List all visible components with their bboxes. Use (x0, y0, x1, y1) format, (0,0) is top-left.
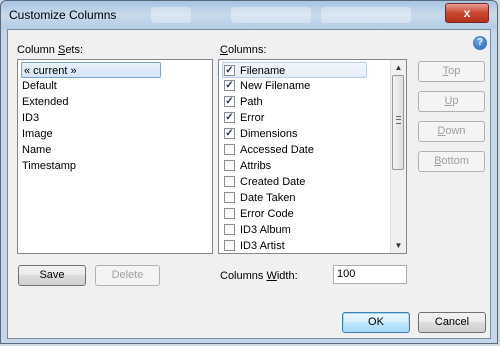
column-set-item[interactable]: Extended (22, 94, 68, 110)
checkbox-checked[interactable]: ✓ (224, 80, 235, 91)
scroll-down-arrow-icon[interactable]: ▼ (391, 238, 406, 253)
column-sets-label: Column Sets: (17, 44, 83, 56)
customize-columns-window: Customize Columns x ? Column Sets: « cur… (0, 0, 498, 344)
scrollbar-thumb[interactable] (392, 75, 404, 170)
column-set-item[interactable]: Default (22, 78, 57, 94)
columns-width-label: Columns Width: (220, 270, 298, 282)
checkbox-unchecked[interactable] (224, 144, 235, 155)
move-top-rest: op (448, 65, 461, 77)
checkbox-unchecked[interactable] (224, 192, 235, 203)
column-item-label: Date Taken (240, 192, 296, 204)
title-bar-background (321, 7, 411, 23)
checkbox-checked[interactable]: ✓ (224, 65, 235, 76)
column-list-item[interactable]: ID3 Artist (223, 238, 383, 253)
column-list-item[interactable]: ✓ New Filename (223, 78, 383, 94)
columns-width-label-suffix: idth: (276, 270, 298, 282)
columns-label-accel: C (220, 44, 228, 56)
column-set-item[interactable]: Image (22, 126, 53, 142)
scroll-up-arrow-icon[interactable]: ▲ (391, 60, 406, 75)
columns-scrollbar[interactable]: ▲ ▼ (390, 60, 406, 253)
column-item-label: ID3 Album (240, 224, 291, 236)
column-list-item[interactable]: ID3 Album (223, 222, 383, 238)
move-up-button[interactable]: Up (418, 91, 485, 112)
column-set-item[interactable]: Timestamp (22, 158, 76, 174)
title-bar-background (231, 7, 311, 23)
column-item-label: Filename (240, 65, 286, 77)
columns-list[interactable]: ID3 Artist ID3 Album Error Code Date Taken C… (218, 59, 407, 254)
column-list-item[interactable]: Date Taken (223, 190, 383, 206)
column-sets-label-prefix: Column (17, 44, 58, 56)
column-list-item[interactable]: ✓ Error (223, 110, 383, 126)
title-bar[interactable]: Customize Columns x (1, 1, 497, 29)
column-item-label: Created Date (240, 176, 306, 188)
column-sets-list[interactable]: « current » Default Extended ID3 Image Name Ti… (17, 59, 213, 254)
move-bottom-rest: ottom (441, 155, 469, 167)
checkbox-unchecked[interactable] (224, 224, 235, 235)
column-list-item[interactable]: Attribs (223, 158, 383, 174)
checkbox-checked[interactable]: ✓ (224, 112, 235, 123)
column-item-label: ID3 Artist (240, 240, 285, 252)
checkbox-unchecked[interactable] (224, 240, 235, 251)
help-icon[interactable]: ? (473, 36, 487, 50)
title-bar-background (151, 7, 191, 23)
move-bottom-button[interactable]: Bottom (418, 151, 485, 172)
column-set-item[interactable]: Name (22, 142, 51, 158)
column-set-item[interactable]: « current » (21, 62, 161, 78)
column-list-item[interactable]: Error Code (223, 206, 383, 222)
column-list-item[interactable]: Created Date (223, 174, 383, 190)
checkbox-unchecked[interactable] (224, 208, 235, 219)
checkbox-unchecked[interactable] (224, 176, 235, 187)
column-item-label: Accessed Date (240, 144, 314, 156)
grip-icon (396, 116, 401, 124)
checkbox-checked[interactable]: ✓ (224, 96, 235, 107)
move-up-rest: p (452, 95, 459, 107)
column-list-item[interactable]: ✓ Path (223, 94, 383, 110)
ok-button[interactable]: OK (342, 312, 410, 333)
column-set-item[interactable]: ID3 (22, 110, 39, 126)
cancel-button[interactable]: Cancel (418, 312, 486, 333)
column-item-label: Error Code (240, 208, 294, 220)
column-list-item[interactable]: ✓ Filename (222, 62, 367, 78)
column-item-label: Path (240, 96, 263, 108)
close-button[interactable]: x (445, 3, 489, 23)
column-item-label: New Filename (240, 80, 311, 92)
save-button[interactable]: Save (18, 265, 86, 286)
columns-label: Columns: (220, 44, 266, 56)
delete-button[interactable]: Delete (95, 265, 160, 286)
columns-label-suffix: olumns: (227, 44, 267, 56)
move-down-rest: own (445, 125, 466, 137)
checkbox-checked[interactable]: ✓ (224, 128, 235, 139)
column-sets-label-suffix: ets: (65, 44, 84, 56)
move-top-button[interactable]: Top (418, 61, 485, 82)
columns-width-label-accel: W (266, 270, 277, 282)
column-list-item[interactable]: ✓ Dimensions (223, 126, 383, 142)
columns-width-label-prefix: Columns (220, 270, 267, 282)
dialog-client-area: ? Column Sets: « current » Default Extende… (7, 29, 491, 339)
column-item-label: Error (240, 112, 265, 124)
column-item-label: Attribs (240, 160, 272, 172)
window-title: Customize Columns (9, 8, 117, 22)
column-list-item[interactable]: Accessed Date (223, 142, 383, 158)
column-item-label: Dimensions (240, 128, 298, 140)
move-down-button[interactable]: Down (418, 121, 485, 142)
checkbox-unchecked[interactable] (224, 160, 235, 171)
columns-width-field[interactable]: 100 (333, 265, 407, 284)
